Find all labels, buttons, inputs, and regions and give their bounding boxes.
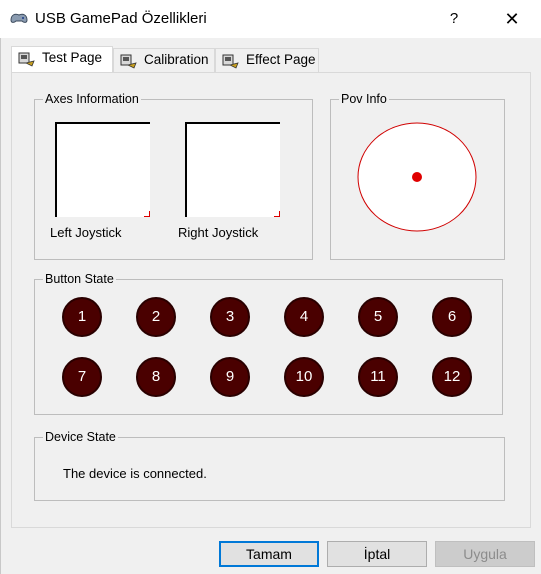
tab-calibration[interactable]: Calibration [113,48,215,72]
button-group-title: Button State [43,271,116,287]
device-status-text: The device is connected. [63,466,207,481]
gamepad-icon [120,54,137,69]
right-joystick-area [185,122,280,217]
button-state-group: Button State 1 2 3 4 5 6 7 8 9 10 11 12 [34,271,503,415]
gamepad-button-4: 4 [284,297,324,337]
left-joystick-indicator [144,211,150,217]
pov-group-title: Pov Info [339,91,389,107]
tab-label: Test Page [42,50,103,65]
pov-center-dot [412,172,422,182]
gamepad-button-3: 3 [210,297,250,337]
close-button[interactable]: ✕ [487,0,537,38]
left-joystick-area [55,122,150,217]
gamepad-button-2: 2 [136,297,176,337]
tab-label: Calibration [144,52,209,67]
title-bar: USB GamePad Özellikleri ? ✕ [0,0,541,38]
tab-effect-page[interactable]: Effect Page [215,48,319,72]
right-joystick-label: Right Joystick [178,225,259,240]
axes-group-title: Axes Information [43,91,141,107]
ok-button[interactable]: Tamam [219,541,319,567]
gamepad-button-5: 5 [358,297,398,337]
help-button[interactable]: ? [432,0,476,38]
device-state-group: Device State The device is connected. [34,429,505,501]
axes-information-group: Axes Information Left Joystick Right Joy… [34,91,313,260]
gamepad-button-10: 10 [284,357,324,397]
gamepad-button-7: 7 [62,357,102,397]
cancel-button[interactable]: İptal [327,541,427,567]
gamepad-button-6: 6 [432,297,472,337]
pov-info-group: Pov Info [330,91,505,260]
tab-label: Effect Page [246,52,316,67]
window-title: USB GamePad Özellikleri [35,10,207,27]
gamepad-button-8: 8 [136,357,176,397]
tab-test-page[interactable]: Test Page [11,46,113,72]
gamepad-icon [10,13,28,23]
left-joystick-label: Left Joystick [50,225,122,240]
gamepad-button-1: 1 [62,297,102,337]
gamepad-button-9: 9 [210,357,250,397]
gamepad-icon [18,52,35,67]
gamepad-icon [222,54,239,69]
apply-button[interactable]: Uygula [435,541,535,567]
device-group-title: Device State [43,429,118,445]
gamepad-button-12: 12 [432,357,472,397]
right-joystick-indicator [274,211,280,217]
dialog-body: Test Page Calibration Effect Page Axes I… [0,38,541,574]
test-page-panel: Axes Information Left Joystick Right Joy… [11,72,531,528]
pov-indicator [357,122,477,232]
gamepad-button-11: 11 [358,357,398,397]
